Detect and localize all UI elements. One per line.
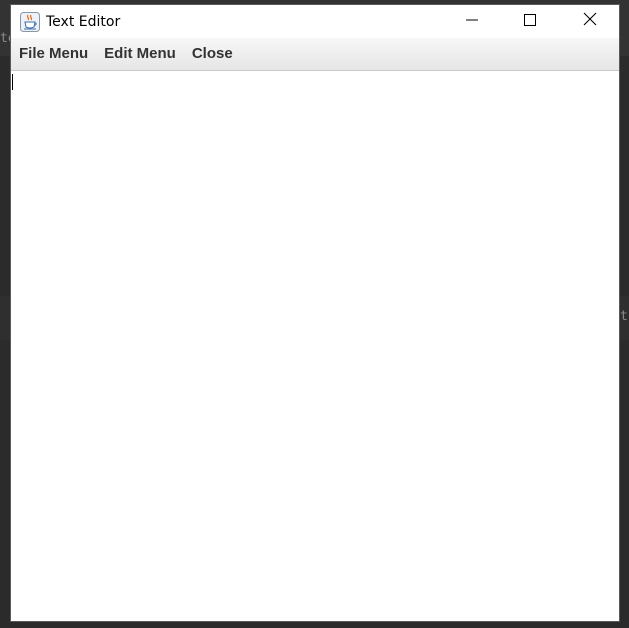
window-title: Text Editor [46,14,121,30]
editor-text-area[interactable] [11,71,619,621]
maximize-button[interactable] [501,5,559,38]
menu-bar: File Menu Edit Menu Close [11,38,619,71]
text-caret [12,74,13,90]
text-editor-window: Text Editor File Menu Edit Menu Close [11,5,619,621]
title-bar[interactable]: Text Editor [11,5,619,38]
background-text-fragment: t [620,309,628,324]
menu-close[interactable]: Close [184,38,241,70]
java-cup-icon[interactable] [20,12,40,32]
close-icon [583,12,597,31]
menu-file[interactable]: File Menu [11,38,96,70]
desktop-background: te t Text Editor File Menu Edit Menu Clo… [0,0,629,628]
maximize-icon [524,13,536,31]
close-window-button[interactable] [561,5,619,38]
minimize-icon [466,13,478,31]
menu-edit[interactable]: Edit Menu [96,38,184,70]
minimize-button[interactable] [443,5,501,38]
